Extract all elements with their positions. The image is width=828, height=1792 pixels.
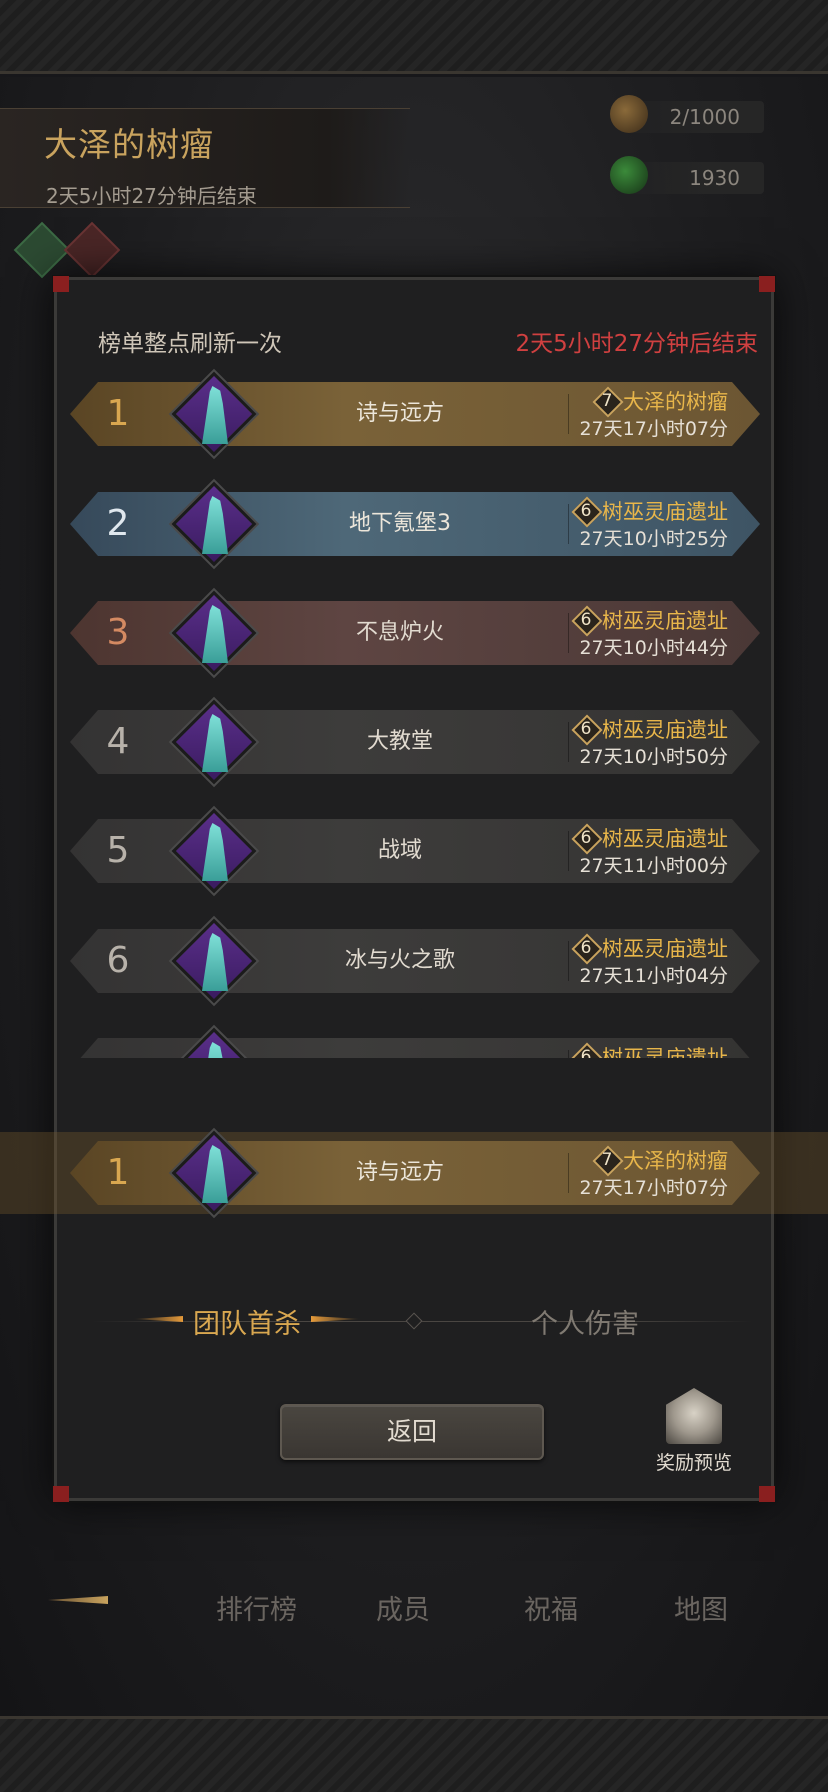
stage-level-badge-icon: 6 [574, 717, 598, 741]
clear-time: 27天10小时25分 [579, 528, 728, 550]
rank-number: 3 [106, 612, 130, 653]
stage-info: 6 树巫灵庙遗址 [574, 605, 728, 633]
rank-number: 6 [106, 940, 130, 981]
team-name: 诗与远方 [355, 1160, 444, 1185]
team-name: 地下氪堡3 [349, 511, 451, 536]
stage-name: 大泽的树瘤 [623, 1149, 728, 1173]
rank-number: 1 [106, 1152, 130, 1193]
rank-number: 5 [106, 830, 130, 871]
reward-preview-label: 奖励预览 [655, 1452, 732, 1474]
guild-avatar-icon [171, 1027, 257, 1058]
guild-avatar-icon [171, 918, 257, 1004]
guild-avatar-icon [171, 1130, 257, 1216]
clear-time: 27天11小时00分 [579, 855, 728, 877]
corner-ornament [53, 1486, 69, 1502]
tab-personal-damage[interactable]: 个人伤害 [531, 1302, 639, 1341]
green-leaf-icon [610, 156, 648, 194]
corner-ornament [759, 1486, 775, 1502]
stage-name: 树巫灵庙遗址 [602, 827, 728, 851]
team-name: 不息炉火 [355, 620, 444, 645]
rank-row[interactable]: 6 冰与火之歌 6 树巫灵庙遗址 27天11小时04分 [70, 918, 760, 1004]
divider [568, 1153, 569, 1193]
team-name [270, 1038, 530, 1058]
team-name: 大教堂 [366, 729, 433, 754]
guild-avatar-icon [171, 371, 257, 457]
stage-name: 树巫灵庙遗址 [602, 1046, 728, 1058]
stage-level-badge-icon: 6 [574, 826, 598, 850]
stage-info: 6 树巫灵庙遗址 [574, 1042, 728, 1058]
bottom-frame [0, 1716, 828, 1792]
rank-number [70, 1038, 166, 1058]
tab-team-first-kill[interactable]: 团队首杀 [193, 1302, 301, 1341]
end-countdown: 2天5小时27分钟后结束 [515, 331, 758, 357]
guild-avatar-icon [171, 590, 257, 676]
stage-name: 树巫灵庙遗址 [602, 500, 728, 524]
stage-level-badge-icon: 7 [595, 1148, 619, 1172]
rank-row[interactable]: 2 地下氪堡3 6 树巫灵庙遗址 27天10小时25分 [70, 481, 760, 567]
guild-avatar-icon [171, 481, 257, 567]
corner-ornament [759, 276, 775, 292]
clear-time: 27天10小时50分 [579, 746, 728, 768]
divider [568, 394, 569, 434]
boss-name: 大泽的树瘤 [44, 125, 214, 164]
stage-level-badge-icon: 6 [574, 1045, 598, 1058]
divider [568, 941, 569, 981]
nav-blessing[interactable]: 祝福 [524, 1588, 578, 1627]
rank-number: 4 [106, 721, 130, 762]
clear-time: 27天17小时07分 [579, 1177, 728, 1199]
divider [568, 613, 569, 653]
stage-level-badge-icon: 6 [574, 608, 598, 632]
stage-level-badge-icon: 6 [574, 499, 598, 523]
clear-time: 27天10小时44分 [579, 637, 728, 659]
stage-name: 大泽的树瘤 [623, 390, 728, 414]
ranking-list[interactable]: 1 诗与远方 7 大泽的树瘤 27天17小时07分 2 地下氪堡3 6 树巫灵庙遗址… [60, 368, 770, 1058]
team-name: 诗与远方 [355, 401, 444, 426]
stage-info: 6 树巫灵庙遗址 [574, 496, 728, 524]
clear-time: 27天17小时07分 [579, 418, 728, 440]
rank-row[interactable]: 1 诗与远方 7 大泽的树瘤 27天17小时07分 [70, 371, 760, 457]
stage-info: 7 大泽的树瘤 [595, 386, 728, 414]
stage-level-badge-icon: 6 [574, 936, 598, 960]
stage-info: 6 树巫灵庙遗址 [574, 933, 728, 961]
stage-info: 7 大泽的树瘤 [595, 1145, 728, 1173]
rank-row[interactable]: 6 树巫灵庙遗址 [70, 1027, 760, 1058]
top-frame [0, 0, 828, 74]
refresh-note: 榜单整点刷新一次 [98, 331, 282, 357]
guild-avatar-icon [171, 699, 257, 785]
clear-time: 27天11小时04分 [579, 965, 728, 987]
boss-timer: 2天5小时27分钟后结束 [46, 184, 257, 208]
stage-name: 树巫灵庙遗址 [602, 937, 728, 961]
stage-name: 树巫灵庙遗址 [602, 718, 728, 742]
reward-preview-button[interactable]: 奖励预览 [646, 1384, 742, 1484]
corner-ornament [53, 276, 69, 292]
divider [568, 722, 569, 762]
nav-map[interactable]: 地图 [674, 1588, 728, 1627]
nav-members[interactable]: 成员 [376, 1588, 430, 1627]
team-name: 战域 [377, 838, 422, 863]
divider [568, 504, 569, 544]
treasure-chest-icon [666, 1388, 722, 1444]
rank-number: 1 [106, 393, 130, 434]
my-rank-row[interactable]: 1 诗与远方 7 大泽的树瘤 27天17小时07分 [70, 1130, 760, 1216]
guild-avatar-icon [171, 808, 257, 894]
divider [568, 1050, 569, 1058]
stage-info: 6 树巫灵庙遗址 [574, 714, 728, 742]
nav-ranking[interactable]: 排行榜 [216, 1588, 297, 1627]
rank-row[interactable]: 4 大教堂 6 树巫灵庙遗址 27天10小时50分 [70, 699, 760, 785]
stage-info: 6 树巫灵庙遗址 [574, 823, 728, 851]
drumstick-icon [610, 95, 648, 133]
stage-name: 树巫灵庙遗址 [602, 609, 728, 633]
rank-number: 2 [106, 503, 130, 544]
divider [568, 831, 569, 871]
nav-back-arrow-icon[interactable] [40, 1578, 120, 1628]
stage-level-badge-icon: 7 [595, 389, 619, 413]
rank-row[interactable]: 3 不息炉火 6 树巫灵庙遗址 27天10小时44分 [70, 590, 760, 676]
back-button[interactable]: 返回 [280, 1404, 544, 1460]
rank-row[interactable]: 5 战域 6 树巫灵庙遗址 27天11小时00分 [70, 808, 760, 894]
team-name: 冰与火之歌 [344, 948, 455, 973]
